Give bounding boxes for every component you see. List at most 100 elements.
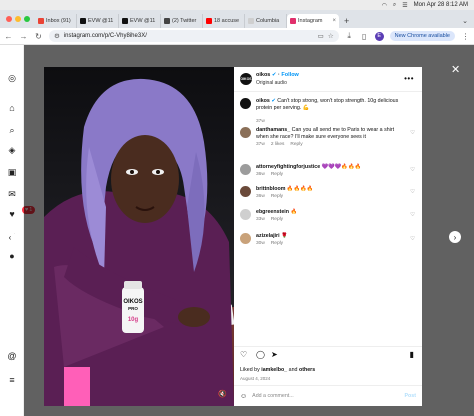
site-info-icon[interactable]: ⚙ — [54, 32, 60, 40]
sidebar-icon[interactable]: ▯ — [360, 32, 369, 41]
back-button[interactable]: ← — [4, 32, 13, 41]
browser-tab[interactable]: EVW @11 — [119, 14, 161, 28]
liked-by-line: Liked by iamkelbo_ and others — [240, 367, 315, 373]
cast-icon[interactable]: ▭ — [318, 32, 324, 40]
caption-time[interactable]: 37w — [256, 119, 265, 124]
browser-tab[interactable]: 18 accuse — [203, 14, 245, 28]
home-icon[interactable]: ⌂ — [7, 103, 17, 113]
reels-icon[interactable]: ▣ — [7, 167, 17, 177]
window-controls — [4, 10, 35, 28]
minimize-window-button[interactable] — [15, 16, 21, 22]
comment-icon[interactable]: ◯ — [256, 351, 265, 359]
share-icon[interactable]: ➤ — [271, 351, 278, 359]
comment-username[interactable]: brittnbloom — [256, 186, 285, 192]
comment-reply-button[interactable]: Reply — [271, 217, 283, 222]
close-icon[interactable]: ✕ — [451, 65, 460, 76]
browser-tab[interactable]: (2) Twitter — [161, 14, 203, 28]
comment-like-heart-icon[interactable]: ♡ — [410, 212, 415, 218]
comment-time[interactable]: 37w — [256, 142, 265, 147]
new-tab-button[interactable]: + — [339, 14, 354, 28]
reload-button[interactable]: ↻ — [34, 32, 43, 41]
comment-input[interactable]: Add a comment... — [252, 393, 294, 399]
comment-like-heart-icon[interactable]: ♡ — [410, 167, 415, 173]
browser-tab[interactable]: Columbia — [245, 14, 287, 28]
instagram-logo-icon[interactable]: ◎ — [7, 73, 17, 83]
author-username[interactable]: oikos — [256, 72, 270, 78]
next-post-button[interactable]: › — [449, 231, 461, 243]
comment-username[interactable]: azizelajiri — [256, 233, 280, 239]
comment-meta: 30w Reply — [256, 241, 289, 246]
more-options-icon[interactable]: ••• — [404, 74, 414, 83]
comment-like-heart-icon[interactable]: ♡ — [410, 189, 415, 195]
caption-avatar[interactable] — [240, 98, 251, 109]
comment-avatar[interactable] — [240, 164, 251, 175]
post-date[interactable]: August 4, 2024 — [240, 376, 270, 381]
tab-label: (2) Twitter — [172, 18, 197, 24]
close-tab-icon[interactable]: × — [332, 18, 336, 24]
url-text[interactable]: instagram.com/p/C-Vhy8ihe3X/ — [64, 33, 314, 39]
comment-reply-button[interactable]: Reply — [290, 142, 302, 147]
like-heart-icon[interactable]: ♡ — [240, 351, 247, 359]
messages-icon[interactable]: ✉ — [7, 189, 17, 199]
comment-text: 💜💜💜🔥🔥🔥 — [321, 164, 362, 170]
tab-favicon-icon — [122, 18, 128, 24]
close-window-button[interactable] — [6, 16, 12, 22]
tab-label: Columbia — [256, 18, 280, 24]
notifications-heart-icon[interactable]: ♥ — [7, 209, 17, 219]
previous-post-button[interactable]: ‹ — [4, 231, 16, 243]
new-chrome-button[interactable]: New Chrome available — [389, 31, 455, 41]
threads-icon[interactable]: @ — [7, 351, 17, 361]
liked-by-others[interactable]: others — [299, 367, 315, 373]
comment-meta: 37w 2 likes Reply — [256, 142, 309, 147]
tab-favicon-icon — [248, 18, 254, 24]
menubar-datetime[interactable]: Mon Apr 28 8:12 AM — [414, 2, 468, 8]
emoji-picker-icon[interactable]: ☺ — [240, 393, 247, 400]
post-image[interactable]: OIKOS PRO 10g — [44, 67, 234, 406]
comment-avatar[interactable] — [240, 186, 251, 197]
tab-label: Inbox (91) — [46, 18, 71, 24]
follow-button[interactable]: Follow — [281, 72, 298, 78]
comment-like-heart-icon[interactable]: ♡ — [410, 236, 415, 242]
comment-like-heart-icon[interactable]: ♡ — [410, 130, 415, 136]
tab-search-chevron-icon[interactable]: ⌄ — [462, 14, 474, 28]
comment-likes[interactable]: 2 likes — [271, 142, 285, 147]
comment-time[interactable]: 30w — [256, 241, 265, 246]
more-menu-icon[interactable]: ≡ — [7, 375, 17, 385]
comment-reply-button[interactable]: Reply — [271, 172, 283, 177]
chrome-menu-icon[interactable]: ⋮ — [461, 32, 470, 41]
comment-username[interactable]: ebgreenstein — [256, 209, 289, 215]
comment-time[interactable]: 36w — [256, 172, 265, 177]
comment-reply-button[interactable]: Reply — [271, 241, 283, 246]
search-icon[interactable]: ⌕ — [7, 125, 17, 135]
browser-tab[interactable]: EVW @11 — [77, 14, 119, 28]
save-bookmark-icon[interactable]: ▮ — [410, 351, 414, 359]
comment-username[interactable]: attorneyfightingforjustice — [256, 164, 320, 170]
tab-favicon-icon — [38, 18, 44, 24]
browser-tab[interactable]: Instagram × — [287, 14, 339, 28]
audio-label[interactable]: Original audio — [256, 80, 287, 86]
explore-icon[interactable]: ◈ — [7, 145, 17, 155]
forward-button[interactable]: → — [19, 32, 28, 41]
author-avatar[interactable]: OIKOS — [240, 73, 252, 85]
comment-time[interactable]: 36w — [256, 194, 265, 199]
comment-username[interactable]: danthamans_ — [256, 127, 290, 133]
comment-time[interactable]: 33w — [256, 217, 265, 222]
browser-tab[interactable]: Inbox (91) — [35, 14, 77, 28]
bookmark-star-icon[interactable]: ☆ — [328, 32, 334, 40]
search-icon[interactable]: ⌕ — [393, 2, 396, 9]
download-icon[interactable]: ⤓ — [345, 31, 354, 41]
profile-icon[interactable]: ● — [7, 251, 17, 261]
control-center-icon[interactable]: ☰ — [402, 2, 407, 9]
liked-by-user[interactable]: iamkelbo_ — [261, 367, 287, 373]
profile-avatar[interactable]: E — [374, 31, 384, 41]
wifi-icon[interactable]: ◠ — [382, 2, 387, 9]
comment-avatar[interactable] — [240, 233, 251, 244]
address-bar[interactable]: ⚙ instagram.com/p/C-Vhy8ihe3X/ ▭ ☆ — [49, 30, 339, 42]
comment-reply-button[interactable]: Reply — [271, 194, 283, 199]
caption-username[interactable]: oikos — [256, 98, 270, 104]
comment-avatar[interactable] — [240, 127, 251, 138]
post-comment-button[interactable]: Post — [405, 393, 416, 399]
fullscreen-window-button[interactable] — [24, 16, 30, 22]
comment-avatar[interactable] — [240, 209, 251, 220]
mute-audio-icon[interactable]: 🔇 — [218, 390, 227, 398]
